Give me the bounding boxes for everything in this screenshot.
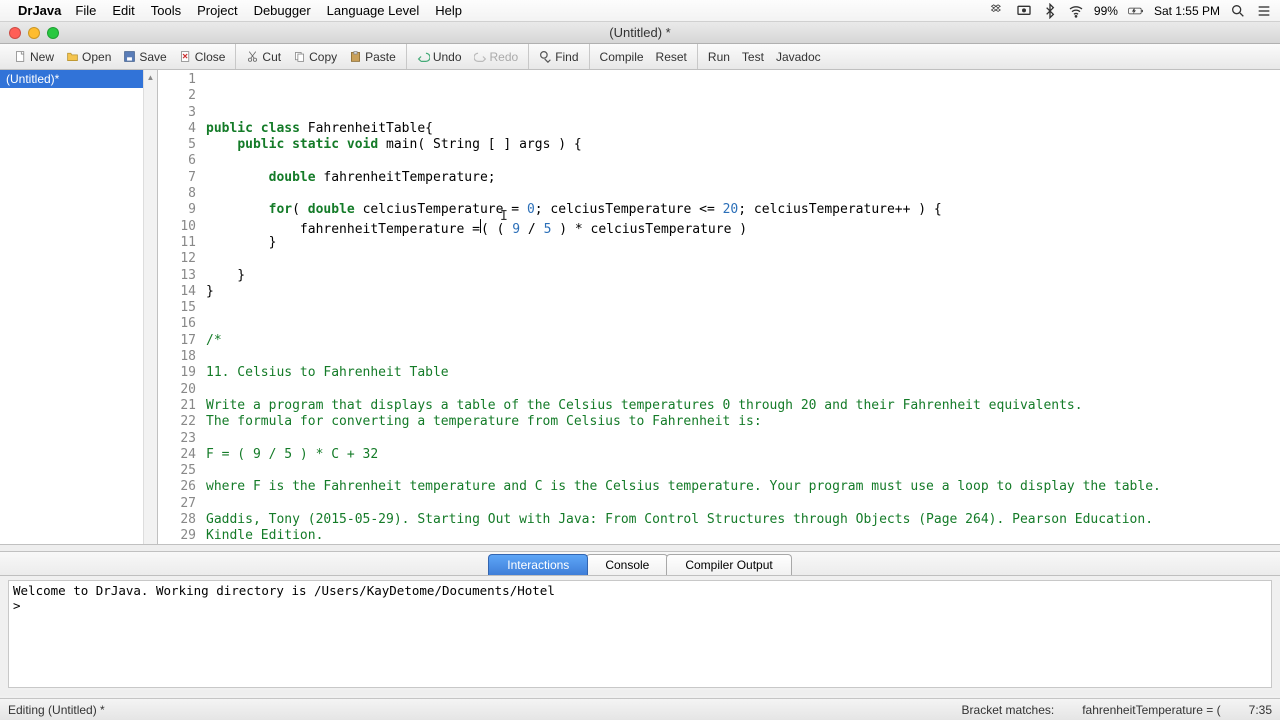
interactions-prompt[interactable]: > xyxy=(13,598,1267,613)
toolbar: New Open Save Close Cut Copy Paste Undo … xyxy=(0,44,1280,70)
code-area[interactable]: I public class FahrenheitTable{ public s… xyxy=(202,70,1280,544)
status-caret-position: 7:35 xyxy=(1249,703,1272,717)
text-caret-mark: I xyxy=(500,209,508,225)
save-button[interactable]: Save xyxy=(117,48,172,66)
scroll-up-icon[interactable]: ▲ xyxy=(144,70,157,84)
bluetooth-icon[interactable] xyxy=(1042,3,1058,19)
sidebar-scrollbar[interactable]: ▲ xyxy=(143,70,157,544)
menu-edit[interactable]: Edit xyxy=(112,3,134,18)
tab-interactions[interactable]: Interactions xyxy=(488,554,588,575)
tab-console[interactable]: Console xyxy=(586,554,668,575)
test-button[interactable]: Test xyxy=(736,48,770,66)
sidebar-file-item[interactable]: (Untitled)* xyxy=(0,70,157,88)
close-button[interactable]: Close xyxy=(173,48,232,66)
window-zoom-button[interactable] xyxy=(47,27,59,39)
display-icon[interactable] xyxy=(1016,3,1032,19)
compile-button[interactable]: Compile xyxy=(594,48,650,66)
menu-file[interactable]: File xyxy=(75,3,96,18)
undo-button[interactable]: Undo xyxy=(411,48,468,66)
app-name[interactable]: DrJava xyxy=(18,3,61,18)
copy-button[interactable]: Copy xyxy=(287,48,343,66)
pane-divider[interactable] xyxy=(0,544,1280,552)
dropbox-icon[interactable] xyxy=(990,3,1006,19)
menu-help[interactable]: Help xyxy=(435,3,462,18)
main-area: (Untitled)* ▲ 12345678910111213141516171… xyxy=(0,70,1280,544)
run-button[interactable]: Run xyxy=(702,48,736,66)
code-editor[interactable]: 1234567891011121314151617181920212223242… xyxy=(158,70,1280,544)
window-title: (Untitled) * xyxy=(609,25,670,40)
window-close-button[interactable] xyxy=(9,27,21,39)
open-button[interactable]: Open xyxy=(60,48,117,66)
menu-tools[interactable]: Tools xyxy=(151,3,181,18)
find-button[interactable]: Find xyxy=(533,48,584,66)
clock[interactable]: Sat 1:55 PM xyxy=(1154,4,1220,18)
menu-project[interactable]: Project xyxy=(197,3,237,18)
interactions-welcome: Welcome to DrJava. Working directory is … xyxy=(13,583,1267,598)
javadoc-button[interactable]: Javadoc xyxy=(770,48,827,66)
redo-button[interactable]: Redo xyxy=(468,48,525,66)
spotlight-icon[interactable] xyxy=(1230,3,1246,19)
macos-menubar: DrJava File Edit Tools Project Debugger … xyxy=(0,0,1280,22)
file-sidebar: (Untitled)* ▲ xyxy=(0,70,158,544)
menu-debugger[interactable]: Debugger xyxy=(254,3,311,18)
interactions-pane[interactable]: Welcome to DrJava. Working directory is … xyxy=(8,580,1272,688)
bottom-tabs: Interactions Console Compiler Output xyxy=(0,552,1280,576)
status-bracket-value: fahrenheitTemperature = ( xyxy=(1082,703,1220,717)
battery-icon[interactable] xyxy=(1128,3,1144,19)
tab-compiler-output[interactable]: Compiler Output xyxy=(666,554,791,575)
window-minimize-button[interactable] xyxy=(28,27,40,39)
new-button[interactable]: New xyxy=(8,48,60,66)
menu-language-level[interactable]: Language Level xyxy=(327,3,420,18)
status-left: Editing (Untitled) * xyxy=(8,703,105,717)
cut-button[interactable]: Cut xyxy=(240,48,287,66)
status-bracket-label: Bracket matches: xyxy=(962,703,1055,717)
wifi-icon[interactable] xyxy=(1068,3,1084,19)
line-number-gutter: 1234567891011121314151617181920212223242… xyxy=(158,70,202,544)
battery-percent: 99% xyxy=(1094,4,1118,18)
reset-button[interactable]: Reset xyxy=(650,48,693,66)
menu-icon[interactable] xyxy=(1256,3,1272,19)
window-titlebar: (Untitled) * xyxy=(0,22,1280,44)
status-bar: Editing (Untitled) * Bracket matches: fa… xyxy=(0,698,1280,720)
paste-button[interactable]: Paste xyxy=(343,48,402,66)
